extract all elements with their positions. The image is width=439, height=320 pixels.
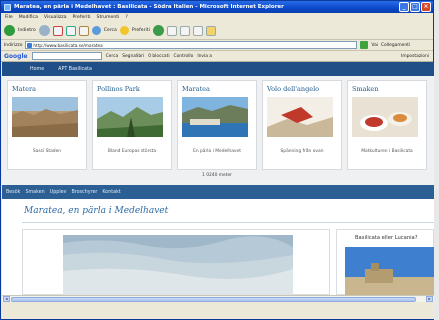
folder-icon[interactable] [205, 25, 216, 36]
stop-icon[interactable] [52, 25, 63, 36]
card-title: Smaken [352, 85, 379, 93]
google-search-button[interactable]: Cerca [106, 54, 119, 59]
castle-image [345, 247, 434, 295]
coast-image [63, 235, 293, 295]
card-smaken[interactable]: Smaken Matkulturen i Basilicata [347, 80, 427, 170]
go-icon[interactable] [360, 41, 369, 49]
home-icon[interactable] [78, 25, 89, 36]
google-popup-blocker[interactable]: 0 bloccati [148, 54, 169, 59]
nav-broschyrer[interactable]: Broschyrer [71, 190, 97, 195]
google-spellcheck[interactable]: Controllo [174, 54, 194, 59]
refresh-icon[interactable] [65, 25, 76, 36]
card-title: Matera [12, 85, 36, 93]
matera-image [12, 97, 78, 137]
card-title: Marateа [182, 85, 210, 93]
smaken-image [352, 97, 418, 137]
card-title: Pollinos Park [97, 85, 140, 93]
close-button[interactable]: × [421, 2, 431, 12]
section-nav: Besök Smaken Upplev Broschyrer Kontakt [2, 185, 434, 199]
card-caption: Sassi Staden [32, 149, 62, 154]
google-send-to[interactable]: Invia a [197, 54, 212, 59]
go-label[interactable]: Vai [371, 43, 378, 48]
menu-view[interactable]: Visualizza [44, 13, 67, 22]
window-title: Maratea, en pärla i Medelhavet : Basilic… [14, 4, 284, 10]
google-toolbar: Google Cerca Segnalibri 0 bloccati Contr… [1, 51, 433, 62]
horizontal-scrollbar[interactable]: ◂ ▸ [2, 295, 434, 302]
mail-icon[interactable] [179, 25, 190, 36]
search-label[interactable]: Cerca [104, 28, 117, 33]
main-article [22, 229, 330, 295]
status-bar [2, 302, 434, 319]
menu-bar: File Modifica Visualizza Preferiti Strum… [1, 13, 433, 22]
destination-strip: Matera Sassi Staden Pollinos Park Bland … [2, 76, 434, 185]
history-icon[interactable] [166, 25, 177, 36]
search-icon[interactable] [91, 26, 101, 35]
back-icon[interactable] [4, 25, 15, 36]
links-label[interactable]: Collegamenti [381, 43, 410, 48]
card-caption: Matkulturen i Basilicata [361, 149, 413, 154]
nav-apt-basilicata[interactable]: APT Basilicata [58, 67, 92, 72]
maximize-button[interactable]: □ [410, 2, 420, 12]
card-pollino[interactable]: Pollinos Park Bland Europas största [92, 80, 172, 170]
google-logo[interactable]: Google [4, 53, 28, 60]
favorites-label[interactable]: Preferiti [132, 28, 150, 33]
forward-icon[interactable] [38, 25, 50, 36]
print-icon[interactable] [192, 25, 203, 36]
page-title: Maratea, en pärla i Medelhavet [24, 206, 169, 216]
title-bar[interactable]: Maratea, en pärla i Medelhavet : Basilic… [1, 1, 433, 13]
google-search-input[interactable] [31, 52, 102, 60]
card-caption: Spänning från ovan [280, 149, 324, 154]
minimize-button[interactable]: _ [399, 2, 409, 12]
media-icon[interactable] [152, 25, 164, 36]
card-caption: En pärla i Medelhavet [193, 149, 241, 154]
side-box: Basilicata eller Lucania? [336, 229, 434, 295]
page-content: Home APT Basilicata Matera Sassi Staden … [2, 62, 434, 295]
favorites-icon[interactable] [119, 26, 129, 35]
card-maratea[interactable]: Marateа En pärla i Medelhavet [177, 80, 257, 170]
maratea-image [182, 97, 248, 137]
strip-meter: 1 0240 meter [202, 173, 232, 178]
google-settings[interactable]: Impostazioni [401, 54, 429, 59]
nav-upplev[interactable]: Upplev [50, 190, 67, 195]
menu-edit[interactable]: Modifica [19, 13, 38, 22]
browser-window: Maratea, en pärla i Medelhavet : Basilic… [0, 0, 434, 320]
nav-smaken[interactable]: Smaken [25, 190, 44, 195]
address-bar: Indirizzo http://www.basilicata.se/marat… [1, 40, 433, 51]
volo-angelo-image [267, 97, 333, 137]
menu-help[interactable]: ? [125, 13, 127, 22]
card-matera[interactable]: Matera Sassi Staden [7, 80, 87, 170]
address-input[interactable]: http://www.basilicata.se/maratea [25, 41, 358, 49]
card-title: Volo dell'angelo [267, 85, 320, 93]
card-volo-angelo[interactable]: Volo dell'angelo Spänning från ovan [262, 80, 342, 170]
window-controls: _ □ × [399, 2, 431, 12]
nav-home[interactable]: Home [30, 67, 44, 72]
site-nav: Home APT Basilicata [2, 62, 434, 76]
menu-file[interactable]: File [5, 13, 13, 22]
back-label[interactable]: Indietro [18, 28, 36, 33]
menu-tools[interactable]: Strumenti [97, 13, 120, 22]
browser-toolbar: Indietro Cerca Preferiti [1, 22, 433, 40]
window-edge [434, 0, 439, 320]
card-caption: Bland Europas största [107, 149, 157, 154]
menu-favorites[interactable]: Preferiti [73, 13, 91, 22]
divider [22, 222, 434, 223]
nav-kontakt[interactable]: Kontakt [102, 190, 120, 195]
address-label: Indirizzo [4, 42, 23, 48]
pollino-image [97, 97, 163, 137]
side-title[interactable]: Basilicata eller Lucania? [355, 235, 417, 241]
google-bookmarks[interactable]: Segnalibri [122, 54, 144, 59]
ie-icon [4, 4, 11, 11]
nav-besok[interactable]: Besök [6, 190, 20, 195]
